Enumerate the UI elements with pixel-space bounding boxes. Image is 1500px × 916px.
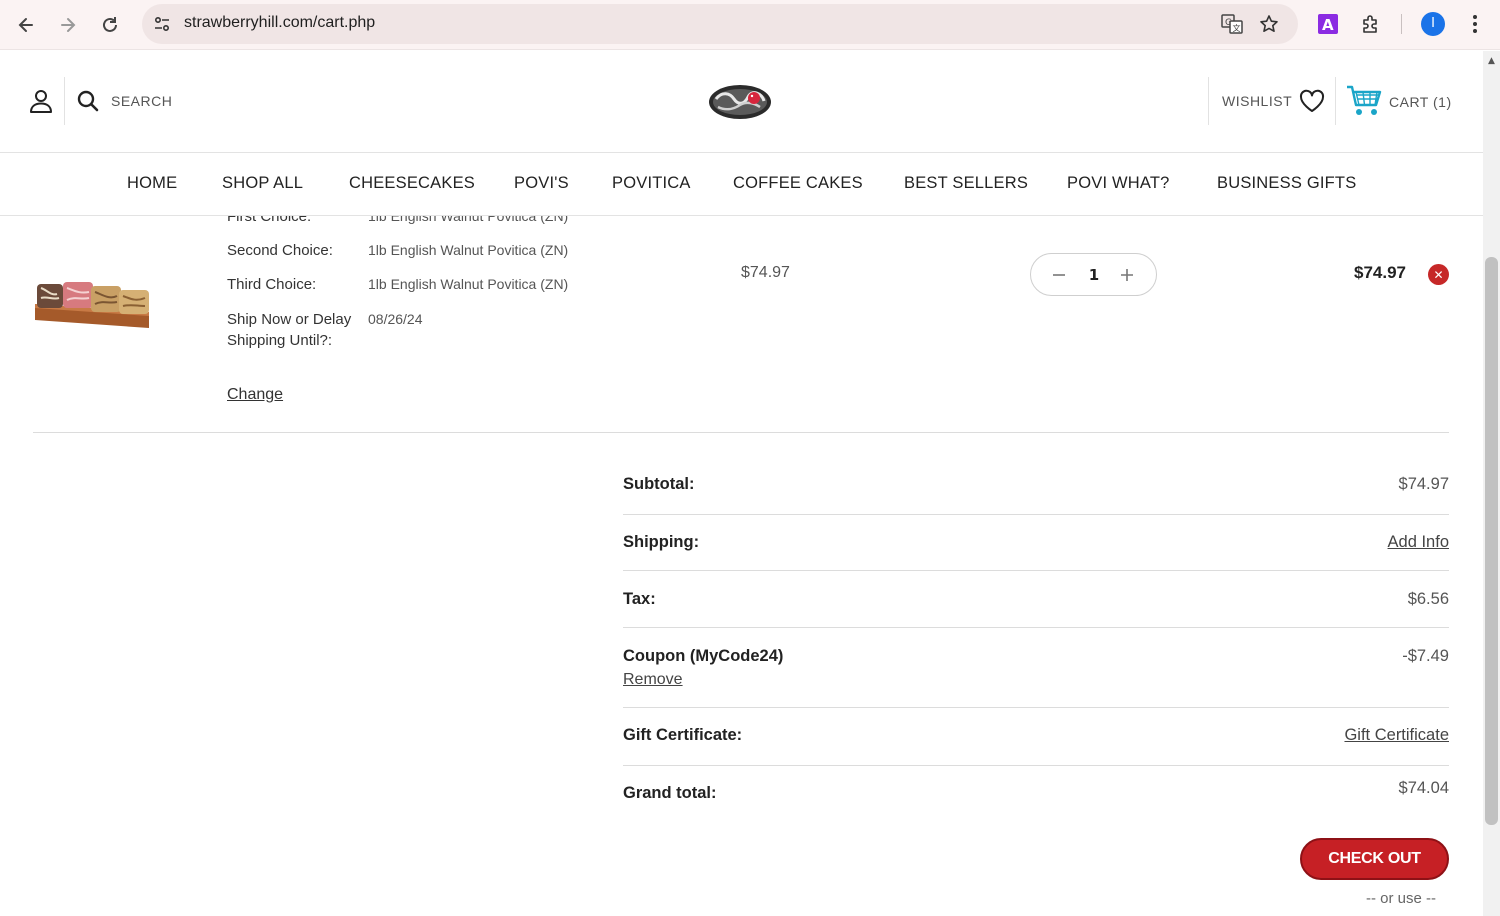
- nav-item-business-gifts[interactable]: BUSINESS GIFTS: [1217, 174, 1356, 193]
- gift-certificate-link[interactable]: Gift Certificate: [1344, 726, 1449, 745]
- option-label-first-choice: First Choice:: [227, 216, 312, 225]
- close-icon: ✕: [1433, 267, 1444, 282]
- nav-item-best-sellers[interactable]: BEST SELLERS: [904, 174, 1028, 193]
- option-label-ship-date: Ship Now or Delay Shipping Until?:: [227, 311, 352, 349]
- search-icon[interactable]: [76, 89, 100, 113]
- option-value-ship-date: 08/26/24: [368, 311, 423, 327]
- option-value-second-choice: 1lb English Walnut Povitica (ZN): [368, 242, 569, 258]
- page-scrollbar[interactable]: ▲: [1483, 51, 1500, 916]
- nav-item-coffee-cakes[interactable]: COFFEE CAKES: [733, 174, 863, 193]
- tax-row: Tax: $6.56: [623, 571, 1449, 628]
- coupon-value: -$7.49: [1402, 647, 1449, 665]
- subtotal-label: Subtotal:: [623, 475, 695, 493]
- option-value-first-choice: 1lb English Walnut Povitica (ZN): [368, 216, 569, 224]
- unit-price: $74.97: [741, 264, 790, 281]
- tax-value: $6.56: [1407, 590, 1449, 608]
- shipping-add-info-link[interactable]: Add Info: [1388, 533, 1449, 552]
- profile-avatar[interactable]: I: [1420, 11, 1446, 37]
- nav-item-povis[interactable]: POVI'S: [514, 174, 569, 193]
- search-label[interactable]: SEARCH: [111, 93, 172, 109]
- option-label-second-choice: Second Choice:: [227, 242, 333, 259]
- nav-item-povi-what[interactable]: POVI WHAT?: [1067, 174, 1170, 193]
- shipping-row: Shipping: Add Info: [623, 515, 1449, 571]
- nav-item-cheesecakes[interactable]: CHEESECAKES: [349, 174, 475, 193]
- nav-item-povitica[interactable]: POVITICA: [612, 174, 691, 193]
- arrow-right-icon: [61, 18, 76, 32]
- quantity-decrease-button[interactable]: [1048, 264, 1070, 286]
- site-logo[interactable]: [706, 79, 774, 125]
- site-header: SEARCH WISHLIST CART (1): [0, 51, 1483, 153]
- subtotal-value: $74.97: [1398, 475, 1449, 493]
- remove-item-button[interactable]: ✕: [1428, 264, 1449, 285]
- header-divider: [1208, 77, 1209, 125]
- site-settings-icon[interactable]: [150, 12, 174, 36]
- toolbar-divider: [1401, 14, 1402, 34]
- minus-icon: [1053, 274, 1065, 276]
- scrollbar-thumb[interactable]: [1485, 257, 1498, 825]
- quantity-stepper: 1: [1030, 253, 1157, 296]
- checkout-button[interactable]: CHECK OUT: [1300, 838, 1449, 880]
- arrow-left-icon: [18, 18, 33, 32]
- quantity-value[interactable]: 1: [1085, 266, 1103, 284]
- cart-label[interactable]: CART (1): [1389, 94, 1452, 110]
- browser-menu-icon[interactable]: [1462, 11, 1488, 37]
- header-divider: [1335, 77, 1336, 125]
- line-divider: [33, 432, 1449, 433]
- reload-button[interactable]: [94, 9, 126, 41]
- option-label-third-choice: Third Choice:: [227, 276, 317, 293]
- cart-icon[interactable]: [1346, 84, 1382, 118]
- coupon-remove-link[interactable]: Remove: [623, 671, 683, 689]
- back-button[interactable]: [10, 9, 42, 41]
- plus-icon: [1121, 269, 1133, 281]
- wishlist-label[interactable]: WISHLIST: [1222, 93, 1292, 109]
- forward-button[interactable]: [52, 9, 84, 41]
- option-value-third-choice: 1lb English Walnut Povitica (ZN): [368, 276, 569, 292]
- svg-text:A: A: [1322, 16, 1334, 34]
- gift-certificate-row: Gift Certificate: Gift Certificate: [623, 708, 1449, 766]
- or-use-text: -- or use --: [1366, 890, 1437, 907]
- reload-icon: [103, 17, 117, 32]
- coupon-row: Coupon (MyCode24) -$7.49 Remove: [623, 628, 1449, 708]
- grand-total-label: Grand total:: [623, 784, 717, 802]
- shipping-label: Shipping:: [623, 533, 700, 551]
- address-bar[interactable]: strawberryhill.com/cart.php G文: [142, 4, 1298, 44]
- bookmark-star-icon[interactable]: [1257, 12, 1281, 36]
- tax-label: Tax:: [623, 590, 656, 608]
- subtotal-row: Subtotal: $74.97: [623, 465, 1449, 515]
- gift-certificate-label: Gift Certificate:: [623, 726, 743, 744]
- category-nav: HOME SHOP ALL CHEESECAKES POVI'S POVITIC…: [0, 153, 1483, 216]
- quantity-increase-button[interactable]: [1116, 264, 1138, 286]
- nav-item-shop-all[interactable]: SHOP ALL: [222, 174, 303, 193]
- svg-text:文: 文: [1233, 23, 1241, 33]
- change-options-link[interactable]: Change: [227, 386, 283, 404]
- product-image[interactable]: [33, 254, 151, 336]
- grand-total-row: Grand total: $74.04: [623, 766, 1449, 824]
- header-divider: [64, 77, 65, 125]
- browser-toolbar: strawberryhill.com/cart.php G文 A I: [0, 0, 1500, 50]
- cart-content: First Choice: 1lb English Walnut Povitic…: [0, 216, 1483, 916]
- grand-total-value: $74.04: [1398, 779, 1449, 797]
- account-icon[interactable]: [28, 88, 54, 114]
- url-text[interactable]: strawberryhill.com/cart.php: [184, 14, 375, 32]
- line-total: $74.97: [1354, 263, 1406, 282]
- coupon-label: Coupon (MyCode24): [623, 647, 784, 665]
- heart-icon[interactable]: [1299, 88, 1325, 114]
- extensions-puzzle-icon[interactable]: [1358, 11, 1384, 37]
- nav-item-home[interactable]: HOME: [127, 174, 177, 193]
- scroll-up-icon[interactable]: ▲: [1483, 55, 1500, 67]
- extension-a-icon[interactable]: A: [1315, 11, 1341, 37]
- translate-icon[interactable]: G文: [1220, 12, 1244, 36]
- profile-initial: I: [1431, 16, 1435, 31]
